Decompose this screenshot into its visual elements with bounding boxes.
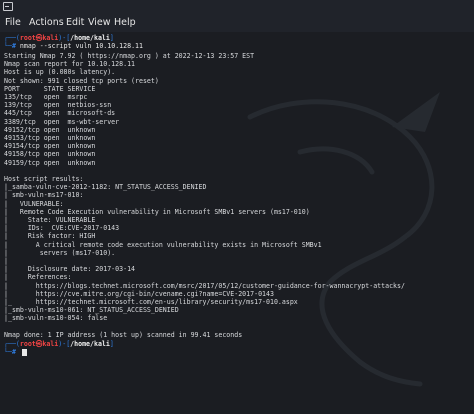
output-line: 135/tcp open msrpc — [4, 93, 88, 101]
output-line: Not shown: 991 closed tcp ports (reset) — [4, 76, 159, 85]
output-line: 139/tcp open netbios-ssn — [4, 101, 112, 110]
output-line: 49158/tcp open unknown — [4, 150, 96, 159]
menu-view[interactable]: View — [88, 17, 111, 28]
menu-file[interactable]: File — [5, 17, 21, 28]
output-line: | VULNERABLE: — [4, 199, 64, 208]
output-line: 49159/tcp open unknown — [4, 158, 96, 167]
title-bar — [0, 0, 474, 14]
prompt-command-line-2: └─# — [4, 348, 16, 356]
prompt-user-host-2: root㉿kali — [19, 340, 59, 348]
terminal-window: File Actions Edit View Help ┌──(root㉿kal… — [0, 0, 474, 414]
output-line: | https://cve.mitre.org/cgi-bin/cvename.… — [4, 289, 274, 298]
prompt-symbol: # — [11, 42, 16, 50]
output-line: | Disclosure date: 2017-03-14 — [4, 265, 136, 274]
output-line: Host script results: — [4, 175, 84, 183]
terminal-area[interactable]: ┌──(root㉿kali)-[/home/kali] └─# nmap --s… — [0, 32, 474, 414]
prompt-symbol-2: # — [11, 348, 16, 356]
output-line: Host is up (0.080s latency). — [4, 68, 116, 77]
prompt-header: ┌──(root㉿kali)-[/home/kali] — [4, 34, 114, 42]
output-line: | https://blogs.technet.microsoft.com/ms… — [4, 281, 405, 290]
output-line: | smb-vuln-ms17-010: — [4, 191, 84, 200]
output-line: PORT STATE SERVICE — [4, 84, 96, 93]
prompt-header-2: ┌──(root㉿kali)-[/home/kali] — [4, 340, 114, 348]
output-line: Starting Nmap 7.92 ( https://nmap.org ) … — [4, 52, 255, 60]
prompt-path: /home/kali — [70, 34, 110, 42]
output-line: | IDs: CVE:CVE-2017-0143 — [4, 224, 120, 233]
output-line: | State: VULNERABLE — [4, 216, 96, 224]
output-line: | — [4, 257, 8, 265]
output-line: Nmap scan report for 10.10.128.11 — [4, 60, 136, 69]
prompt-user-host: root㉿kali — [19, 34, 59, 42]
output-line: | References: — [4, 273, 72, 282]
menu-help[interactable]: Help — [114, 17, 136, 28]
output-line: Nmap done: 1 IP address (1 host up) scan… — [4, 330, 243, 339]
command-text: nmap --script vuln 10.10.128.11 — [19, 42, 143, 50]
output-line: | Remote Code Execution vulnerability in… — [4, 207, 310, 216]
prompt-command-line: └─# nmap --script vuln 10.10.128.11 — [4, 42, 143, 50]
output-line: 49152/tcp open unknown — [4, 125, 96, 134]
output-line: | servers (ms17-010). — [4, 248, 116, 257]
output-line: 445/tcp open microsoft-ds — [4, 109, 116, 118]
menu-bar: File Actions Edit View Help — [0, 14, 474, 32]
output-line: 3389/tcp open ms-wbt-server — [4, 117, 120, 126]
menu-actions[interactable]: Actions — [29, 17, 64, 28]
output-line: |_samba-vuln-cve-2012-1182: NT_STATUS_AC… — [4, 183, 207, 192]
prompt-path-2: /home/kali — [70, 340, 110, 348]
output-line: |_ https://technet.microsoft.com/en-us/l… — [4, 298, 298, 306]
output-line: | A critical remote code execution vulne… — [4, 240, 322, 249]
text-cursor — [22, 349, 27, 356]
output-line: | Risk factor: HIGH — [4, 232, 96, 241]
output-line: |_smb-vuln-ms10-061: NT_STATUS_ACCESS_DE… — [4, 306, 179, 315]
terminal-app-icon[interactable] — [3, 2, 13, 11]
output-line: 49154/tcp open unknown — [4, 142, 96, 151]
menu-edit[interactable]: Edit — [66, 17, 84, 28]
output-line: |_smb-vuln-ms10-054: false — [4, 314, 108, 323]
output-line: 49153/tcp open unknown — [4, 134, 96, 142]
